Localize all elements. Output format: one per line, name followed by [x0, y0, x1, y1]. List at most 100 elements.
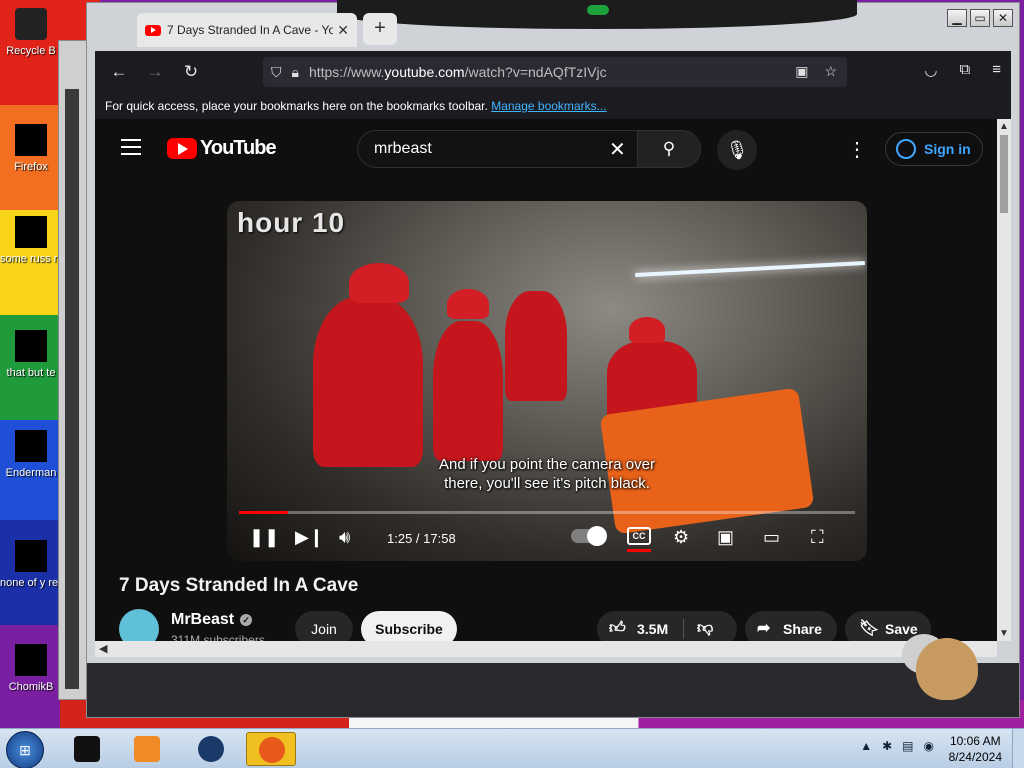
share-button[interactable]: ➦ Share: [745, 611, 837, 641]
scroll-down-icon[interactable]: ▼: [999, 628, 1009, 639]
video-title: 7 Days Stranded In A Cave: [119, 575, 359, 596]
like-count[interactable]: 3.5M: [637, 621, 668, 637]
clear-search-icon[interactable]: ✕: [609, 137, 626, 162]
lock-icon[interactable]: 🔒︎: [292, 64, 299, 81]
url-bar[interactable]: ⛉ 🔒︎ https://www. youtube.com/watch?v=ndA…: [263, 57, 847, 87]
dislike-thumb-icon[interactable]: 👎︎: [697, 619, 713, 638]
file-icon: [15, 216, 47, 248]
clock-time: 10:06 AM: [949, 734, 1001, 748]
desktop-icon-recycle-bin[interactable]: Recycle B: [0, 8, 62, 58]
theater-mode-icon[interactable]: ▭: [763, 527, 780, 548]
video-caption: And if you point the camera over there, …: [227, 455, 867, 493]
network-icon[interactable]: ▤: [902, 739, 913, 753]
firefox-icon: [259, 737, 285, 763]
captions-icon[interactable]: CC: [627, 527, 651, 545]
minimize-button[interactable]: ▁: [947, 9, 967, 27]
scroll-up-icon[interactable]: ▲: [999, 121, 1009, 132]
taskbar-app-globe[interactable]: [186, 732, 236, 766]
forward-arrow-icon[interactable]: →: [137, 62, 173, 82]
video-player[interactable]: hour 10 And if you point the camera over…: [227, 201, 867, 561]
channel-name-container[interactable]: MrBeast ✓: [171, 611, 253, 629]
hamster-desktop-pet[interactable]: [902, 622, 986, 706]
manage-bookmarks-link[interactable]: Manage bookmarks...: [491, 99, 606, 113]
tab-youtube[interactable]: 7 Days Stranded In A Cave - You ✕: [137, 13, 357, 47]
youtube-header: YouTube mrbeast ✕ ⚲ 🎙︎ ⋮ Sign in: [95, 119, 997, 179]
voice-search-button[interactable]: 🎙︎: [717, 130, 757, 170]
bookmark-icon: 🔖︎: [859, 620, 880, 637]
close-button[interactable]: ✕: [993, 9, 1013, 27]
search-button[interactable]: ⚲: [637, 130, 701, 168]
new-tab-button[interactable]: +: [363, 13, 397, 45]
desktop-icon-enderman[interactable]: Enderman: [0, 430, 62, 480]
volume-icon[interactable]: 🔊︎: [339, 527, 350, 548]
captions-active-indicator: [627, 549, 651, 552]
tray-expand-icon[interactable]: ▲: [860, 739, 872, 753]
account-icon: [896, 139, 916, 159]
join-button[interactable]: Join: [295, 611, 353, 641]
url-prefix: https://www.: [308, 64, 385, 80]
menu-icon[interactable]: ≡: [992, 61, 1001, 79]
desktop-icon-chomik[interactable]: ChomikB: [0, 644, 62, 694]
sign-in-button[interactable]: Sign in: [885, 132, 983, 166]
scrollbar-thumb[interactable]: [1000, 135, 1008, 213]
tab-strip: 7 Days Stranded In A Cave - You ✕ +: [87, 3, 947, 51]
miniplayer-icon[interactable]: ▣: [717, 527, 734, 548]
horizontal-scrollbar[interactable]: ◀: [95, 641, 997, 657]
video-progress-bar[interactable]: [239, 511, 855, 514]
bookmarks-toolbar: For quick access, place your bookmarks h…: [95, 93, 1011, 119]
globe-icon: [198, 736, 224, 762]
taskbar-app-media[interactable]: [122, 732, 172, 766]
youtube-logo[interactable]: YouTube: [167, 137, 277, 160]
helmet-figure: [629, 317, 665, 343]
settings-gear-icon[interactable]: ⚙: [673, 527, 689, 548]
shortcut-icon: [15, 330, 47, 362]
desktop-icon-firefox[interactable]: Firefox: [0, 124, 62, 174]
verified-check-icon: ✓: [240, 613, 253, 626]
youtube-wordmark: YouTube: [200, 137, 277, 159]
pocket-icon[interactable]: ◡: [924, 61, 937, 79]
share-arrow-icon: ➦: [757, 620, 771, 637]
browser-window: 7 Days Stranded In A Cave - You ✕ + ▁ ▭ …: [86, 0, 1020, 718]
autoplay-toggle[interactable]: [571, 526, 607, 546]
pause-icon[interactable]: ❚❚: [249, 527, 279, 548]
more-options-icon[interactable]: ⋮: [847, 137, 867, 162]
shield-icon[interactable]: ⛉: [271, 64, 282, 81]
desktop-icon-label: that but te: [6, 367, 56, 379]
bluetooth-icon[interactable]: ✱: [882, 739, 892, 753]
next-icon[interactable]: ▶❙: [295, 527, 324, 548]
show-desktop-button[interactable]: [1012, 729, 1024, 768]
tab-close-icon[interactable]: ✕: [337, 22, 349, 39]
extensions-icon[interactable]: ⧉: [960, 61, 971, 79]
tab-title: 7 Days Stranded In A Cave - You: [167, 23, 334, 37]
channel-name: MrBeast: [171, 611, 235, 628]
desktop-icon-file[interactable]: some russ ran a ra: [0, 216, 62, 266]
vertical-scrollbar[interactable]: ▲ ▼: [997, 119, 1011, 641]
desktop-icon-document[interactable]: none of y retards kn: [0, 540, 62, 590]
hamburger-menu-icon[interactable]: [121, 139, 141, 160]
maximize-button[interactable]: ▭: [970, 9, 990, 27]
helmet-figure: [349, 263, 409, 303]
taskbar-app-firefox[interactable]: [246, 732, 296, 766]
desktop-icon-label: ChomikB: [8, 681, 54, 693]
bookmark-star-icon[interactable]: ☆: [824, 63, 837, 80]
bookmarks-message: For quick access, place your bookmarks h…: [105, 99, 488, 113]
desktop-icon-shortcut[interactable]: that but te: [0, 330, 62, 380]
subscribe-button[interactable]: Subscribe: [361, 611, 457, 641]
desktop-icon-label: Enderman: [5, 467, 57, 479]
cave-light-strip: [635, 260, 865, 278]
video-time: 1:25 / 17:58: [387, 531, 456, 546]
taskbar-app-terminal[interactable]: [62, 732, 112, 766]
back-arrow-icon[interactable]: ←: [101, 62, 137, 82]
microphone-icon: 🎙︎: [725, 140, 749, 160]
like-thumb-icon[interactable]: 👍︎: [609, 619, 626, 638]
channel-avatar[interactable]: [119, 609, 159, 641]
start-button[interactable]: ⊞: [6, 731, 44, 768]
fullscreen-icon[interactable]: ⛶: [811, 527, 824, 548]
reload-icon[interactable]: ↻: [173, 62, 209, 82]
background-window[interactable]: [58, 40, 88, 700]
volume-tray-icon[interactable]: ◉: [924, 739, 934, 753]
search-input[interactable]: mrbeast: [357, 130, 637, 168]
scroll-left-icon[interactable]: ◀: [99, 642, 107, 655]
camera-blocked-icon[interactable]: ▣: [795, 63, 808, 80]
clock[interactable]: 10:06 AM 8/24/2024: [949, 733, 1002, 765]
